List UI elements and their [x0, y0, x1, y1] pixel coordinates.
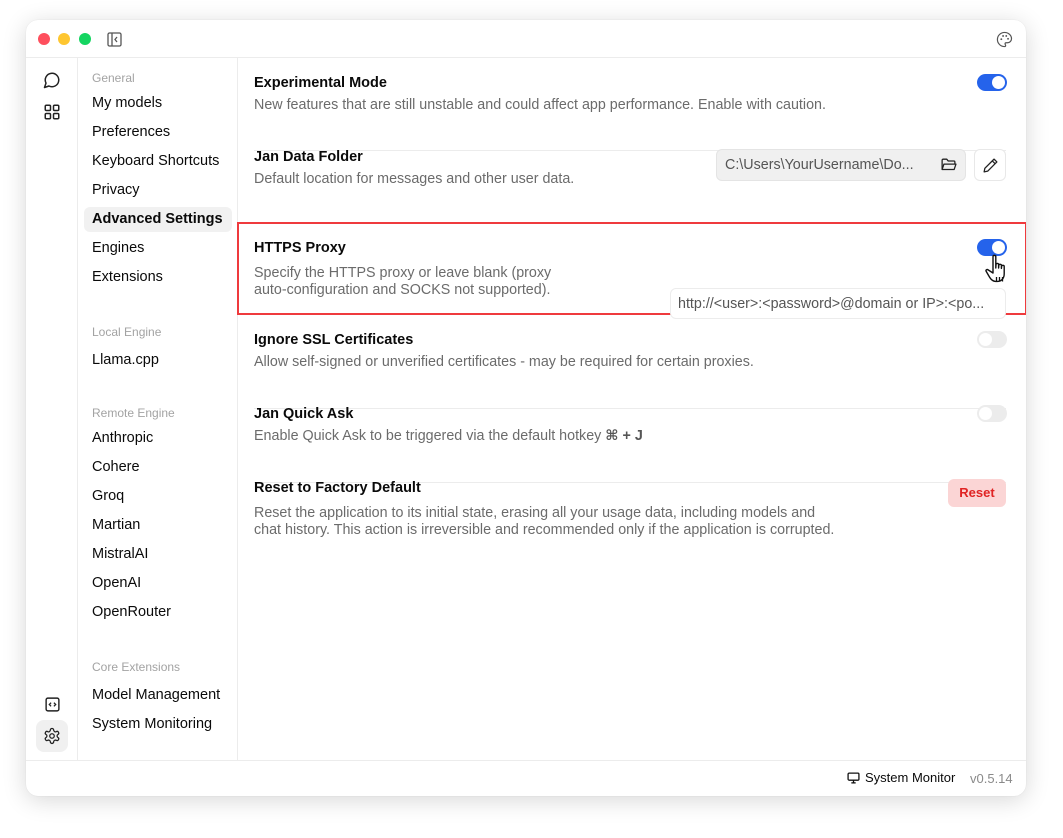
icon-sidebar — [26, 58, 78, 760]
monitor-icon — [847, 771, 860, 784]
local-api-server-button[interactable] — [36, 688, 68, 720]
setting-title: Ignore SSL Certificates — [254, 332, 414, 348]
https-proxy-toggle[interactable] — [977, 239, 1007, 256]
system-monitor-button[interactable]: System Monitor — [847, 770, 955, 785]
folder-open-icon[interactable] — [940, 157, 957, 172]
close-window-button[interactable] — [38, 33, 50, 45]
data-folder-path: C:\Users\YourUsername\Do... — [725, 157, 914, 173]
setting-ignore-ssl: Ignore SSL Certificates Allow self-signe… — [254, 332, 1006, 371]
minimize-window-button[interactable] — [58, 33, 70, 45]
title-bar — [26, 20, 1026, 58]
ignore-ssl-toggle[interactable] — [977, 331, 1007, 348]
chat-icon — [43, 72, 60, 89]
nav-item-privacy[interactable]: Privacy — [84, 178, 232, 203]
nav-item-martian[interactable]: Martian — [84, 513, 232, 538]
nav-item-anthropic[interactable]: Anthropic — [84, 426, 232, 451]
setting-description: New features that are still unstable and… — [254, 97, 826, 113]
quick-ask-toggle[interactable] — [977, 405, 1007, 422]
setting-quick-ask: Jan Quick Ask Enable Quick Ask to be tri… — [254, 406, 1006, 445]
hotkey-label: ⌘ + J — [605, 428, 643, 444]
setting-https-proxy: HTTPS Proxy Specify the HTTPS proxy or l… — [254, 240, 654, 299]
advanced-settings-panel: Experimental Mode New features that are … — [237, 58, 1026, 760]
nav-group-general: General — [92, 71, 135, 85]
app-window: General My models Preferences Keyboard S… — [26, 20, 1026, 796]
nav-item-advanced-settings[interactable]: Advanced Settings — [84, 207, 232, 232]
gear-icon — [44, 727, 60, 745]
system-monitor-label: System Monitor — [865, 770, 956, 785]
description-line: auto-configuration and SOCKS not support… — [254, 282, 551, 298]
nav-item-mistralai[interactable]: MistralAI — [84, 542, 232, 567]
setting-title: Experimental Mode — [254, 75, 387, 91]
setting-description: Allow self-signed or unverified certific… — [254, 354, 754, 370]
nav-item-my-models[interactable]: My models — [84, 91, 232, 116]
experimental-mode-toggle[interactable] — [977, 74, 1007, 91]
hub-button[interactable] — [36, 96, 68, 128]
description-line: Reset the application to its initial sta… — [254, 505, 816, 521]
setting-factory-reset: Reset to Factory Default Reset the appli… — [254, 480, 1006, 539]
nav-item-keyboard-shortcuts[interactable]: Keyboard Shortcuts — [84, 149, 232, 174]
edit-data-folder-button[interactable] — [974, 149, 1006, 181]
data-folder-field[interactable]: C:\Users\YourUsername\Do... — [716, 149, 966, 181]
nav-item-llama-cpp[interactable]: Llama.cpp — [84, 348, 232, 373]
description-line: Specify the HTTPS proxy or leave blank (… — [254, 265, 552, 281]
setting-description: Specify the HTTPS proxy or leave blank (… — [254, 265, 654, 299]
settings-nav: General My models Preferences Keyboard S… — [78, 58, 238, 760]
status-bar: System Monitor v0.5.14 — [26, 760, 1026, 796]
setting-data-folder: Jan Data Folder Default location for mes… — [254, 149, 694, 188]
pencil-icon — [982, 157, 998, 173]
threads-button[interactable] — [36, 64, 68, 96]
nav-group-local-engine: Local Engine — [92, 325, 162, 339]
nav-group-core-extensions: Core Extensions — [92, 660, 181, 674]
nav-item-openrouter[interactable]: OpenRouter — [84, 600, 232, 625]
palette-icon[interactable] — [996, 31, 1013, 48]
maximize-window-button[interactable] — [79, 33, 91, 45]
setting-title: Reset to Factory Default — [254, 480, 421, 496]
nav-item-cohere[interactable]: Cohere — [84, 455, 232, 480]
setting-description: Reset the application to its initial sta… — [254, 505, 1006, 539]
setting-experimental-mode: Experimental Mode New features that are … — [254, 75, 1006, 114]
setting-title: Jan Data Folder — [254, 149, 363, 165]
nav-item-model-management[interactable]: Model Management — [84, 683, 232, 708]
description-line: chat history. This action is irreversibl… — [254, 522, 835, 538]
settings-button[interactable] — [36, 720, 68, 752]
description-text: Enable Quick Ask to be triggered via the… — [254, 428, 606, 444]
sidebar-collapse-icon[interactable] — [107, 32, 122, 47]
app-version: v0.5.14 — [970, 771, 1013, 786]
nav-group-remote-engine: Remote Engine — [92, 406, 175, 420]
nav-item-groq[interactable]: Groq — [84, 484, 232, 509]
https-proxy-input[interactable] — [670, 288, 1006, 319]
setting-description: Default location for messages and other … — [254, 171, 575, 187]
setting-description: Enable Quick Ask to be triggered via the… — [254, 428, 1006, 445]
code-icon — [44, 696, 60, 712]
nav-item-extensions[interactable]: Extensions — [84, 265, 232, 290]
setting-title: HTTPS Proxy — [254, 240, 346, 256]
setting-title: Jan Quick Ask — [254, 406, 354, 422]
nav-item-system-monitoring[interactable]: System Monitoring — [84, 712, 232, 737]
reset-button[interactable]: Reset — [948, 479, 1006, 507]
nav-item-engines[interactable]: Engines — [84, 236, 232, 261]
nav-item-preferences[interactable]: Preferences — [84, 120, 232, 145]
nav-item-openai[interactable]: OpenAI — [84, 571, 232, 596]
grid-icon — [44, 104, 60, 120]
